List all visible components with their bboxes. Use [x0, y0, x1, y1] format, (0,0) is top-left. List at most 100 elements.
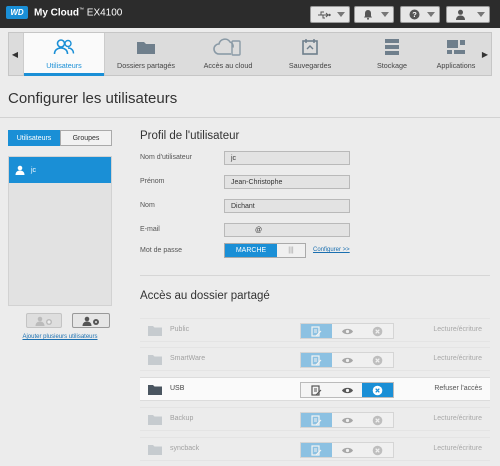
folder-icon [148, 445, 162, 455]
permission-status: Lecture/écriture [433, 415, 482, 422]
list-item[interactable]: jc [9, 157, 111, 183]
chevron-down-icon [337, 12, 345, 17]
folder-icon [148, 415, 162, 425]
add-user-button[interactable] [26, 313, 62, 328]
configure-link[interactable]: Configurer >> [313, 247, 350, 253]
lastname-field[interactable]: Dichant [224, 199, 350, 213]
firstname-label: Prénom [140, 178, 165, 185]
eye-icon [341, 328, 353, 334]
toggle-grip-icon: ||| [277, 244, 305, 257]
read-write-button[interactable] [301, 443, 332, 457]
eye-icon [341, 357, 353, 363]
read-only-button[interactable] [332, 413, 363, 427]
permission-status: Lecture/écriture [433, 355, 482, 362]
read-write-button[interactable] [301, 413, 332, 427]
deny-icon [372, 385, 383, 395]
wd-logo: WD [6, 6, 28, 19]
edit-icon [311, 354, 322, 366]
top-bar: WD My Cloud™ EX4100 ? [0, 0, 500, 28]
user-name: jc [31, 166, 37, 174]
notifications-button[interactable] [354, 6, 394, 23]
email-field[interactable]: @ [224, 223, 350, 237]
user-settings-icon [82, 316, 99, 326]
folder-icon [148, 385, 162, 395]
username-field[interactable]: jc [224, 151, 350, 165]
usb-menu-button[interactable] [310, 6, 350, 23]
deny-access-button[interactable] [362, 413, 393, 427]
firstname-field[interactable]: Jean-Christophe [224, 175, 350, 189]
nav-right-arrow[interactable]: ▶ [479, 33, 491, 75]
user-list: jc [8, 156, 112, 306]
share-name: Backup [170, 415, 194, 422]
tab-applications[interactable]: Applications [433, 33, 479, 75]
storage-icon [351, 33, 433, 61]
page-title: Configurer les utilisateurs [8, 90, 178, 107]
eye-icon [341, 447, 353, 453]
tab-cloud-access[interactable]: Accès au cloud [187, 33, 269, 75]
read-only-button[interactable] [332, 383, 363, 397]
tab-backups[interactable]: Sauvegardes [269, 33, 351, 75]
toggle-on-label: MARCHE [225, 244, 277, 257]
permission-status: Lecture/écriture [433, 326, 482, 333]
permission-status: Lecture/écriture [433, 445, 482, 452]
password-toggle[interactable]: MARCHE ||| [224, 243, 306, 258]
nav-left-arrow[interactable]: ◀ [9, 33, 21, 75]
help-button[interactable]: ? [400, 6, 440, 23]
user-icon [453, 9, 467, 20]
account-button[interactable] [446, 6, 490, 23]
folder-icon [105, 33, 187, 61]
share-name: USB [170, 385, 185, 392]
profile-title: Profil de l'utilisateur [140, 130, 240, 142]
tab-groups-list[interactable]: Groupes [60, 130, 112, 146]
divider [140, 275, 490, 276]
read-write-button[interactable] [301, 324, 332, 338]
add-user-icon [35, 316, 52, 326]
chevron-down-icon [381, 12, 389, 17]
share-name: SmartWare [170, 355, 206, 362]
deny-access-button[interactable] [362, 383, 394, 397]
user-icon [15, 165, 25, 175]
chevron-down-icon [427, 12, 435, 17]
user-group-switch: Utilisateurs Groupes [8, 130, 112, 146]
read-only-button[interactable] [332, 353, 363, 367]
read-only-button[interactable] [332, 324, 363, 338]
user-settings-button[interactable] [72, 313, 110, 328]
folder-icon [148, 326, 162, 336]
add-multiple-users-link[interactable]: Ajouter plusieurs utilisateurs [8, 334, 112, 340]
permission-status: Refuser l'accès [434, 385, 482, 392]
edit-icon [311, 325, 322, 337]
bell-icon [361, 9, 375, 20]
lastname-label: Nom [140, 202, 155, 209]
permission-selector [300, 412, 394, 428]
eye-icon [341, 387, 353, 393]
tab-users[interactable]: Utilisateurs [23, 33, 105, 76]
edit-icon [311, 384, 322, 396]
share-name: Public [170, 326, 190, 333]
main-nav: ◀ Utilisateurs Dossiers partagés Accès a… [8, 32, 492, 76]
table-row: syncback Lecture/écriture [140, 437, 490, 461]
eye-icon [341, 417, 353, 423]
tab-users-list[interactable]: Utilisateurs [8, 130, 60, 146]
deny-icon [372, 355, 383, 365]
username-label: Nom d'utilisateur [140, 154, 192, 161]
cloud-icon [187, 33, 269, 61]
divider [0, 117, 500, 118]
table-row: SmartWare Lecture/écriture [140, 347, 490, 371]
read-write-button[interactable] [301, 353, 332, 367]
table-row: USB Refuser l'accès [140, 377, 490, 401]
help-icon: ? [407, 9, 421, 20]
deny-access-button[interactable] [362, 443, 393, 457]
tab-storage[interactable]: Stockage [351, 33, 433, 75]
tab-shared-folders[interactable]: Dossiers partagés [105, 33, 187, 75]
read-only-button[interactable] [332, 443, 363, 457]
permission-selector [300, 382, 394, 398]
backup-icon [269, 33, 351, 61]
permission-selector [300, 323, 394, 339]
shares-title: Accès au dossier partagé [140, 290, 270, 302]
chevron-down-icon [477, 12, 485, 17]
deny-access-button[interactable] [362, 324, 393, 338]
deny-access-button[interactable] [362, 353, 393, 367]
read-write-button[interactable] [301, 383, 332, 397]
apps-icon [433, 33, 479, 61]
permission-selector [300, 442, 394, 458]
